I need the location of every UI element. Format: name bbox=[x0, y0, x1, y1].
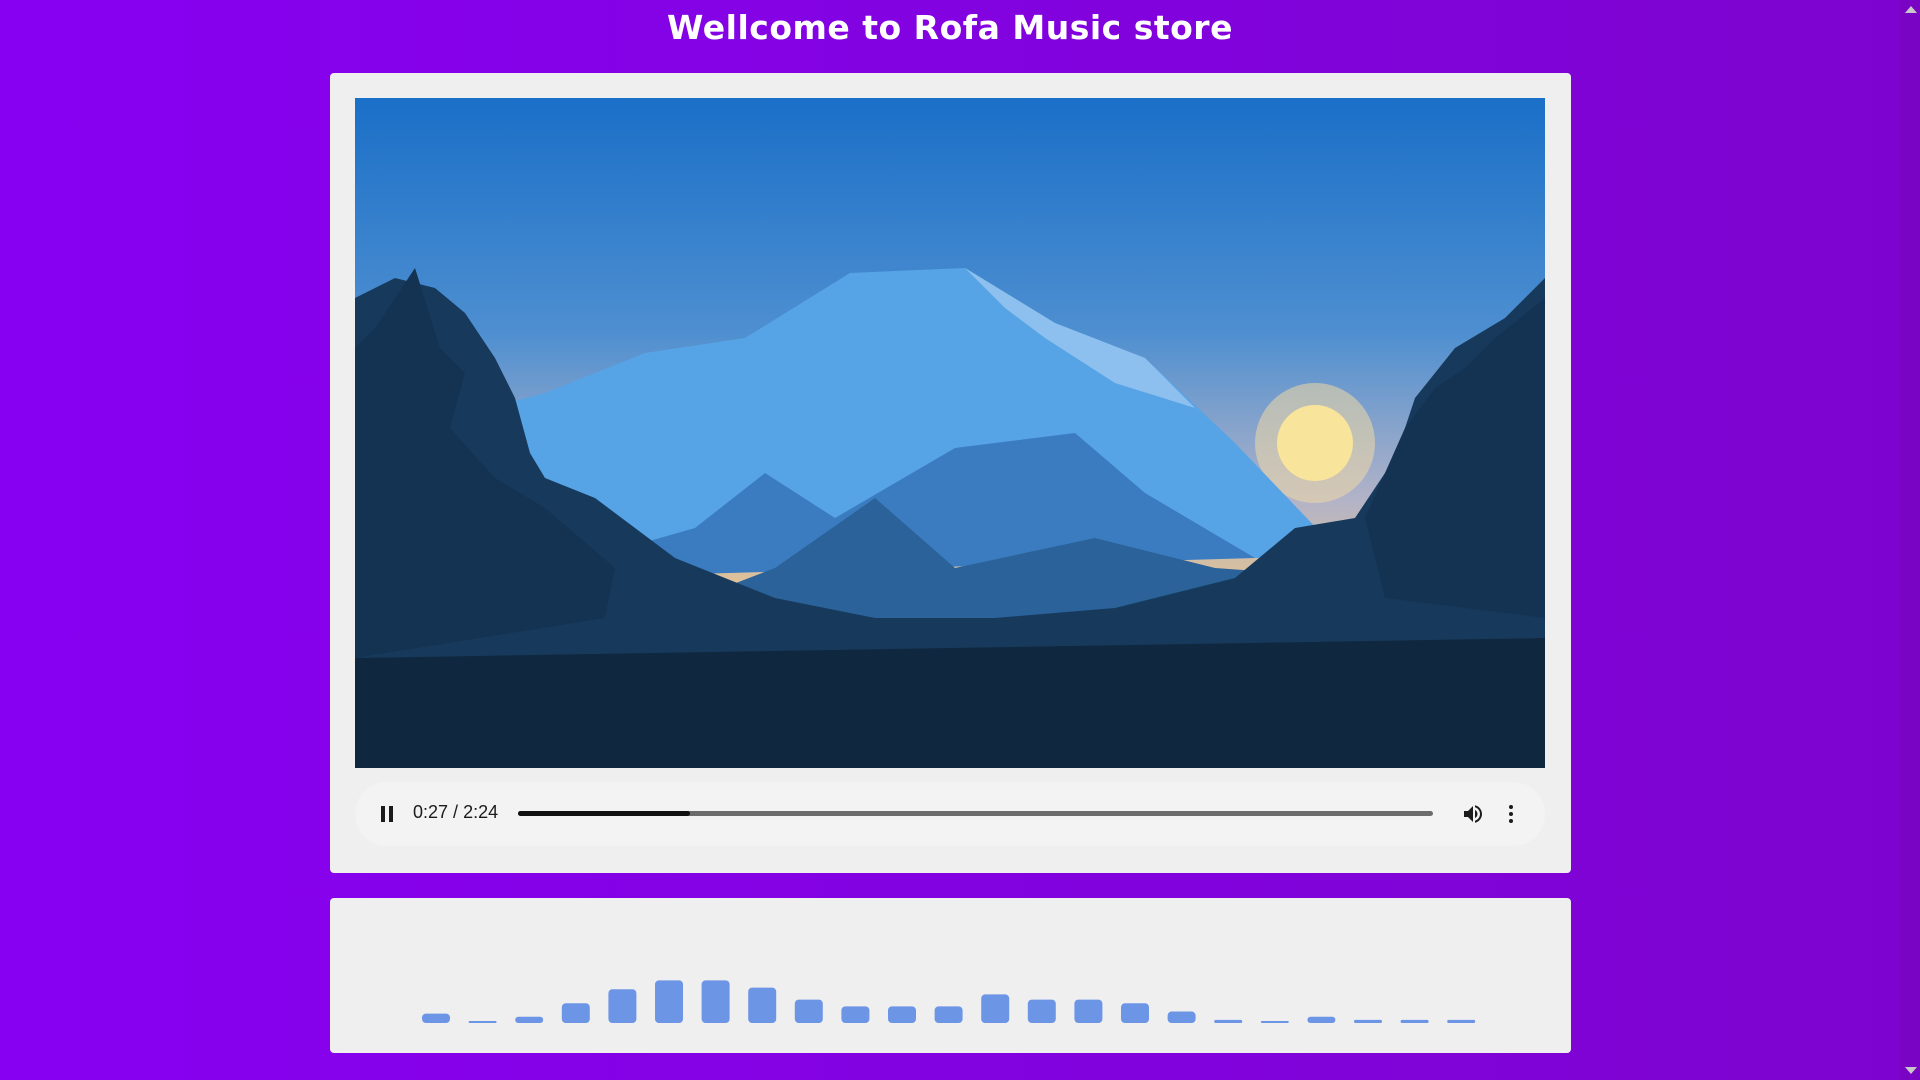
visualizer-bars bbox=[422, 980, 1476, 1023]
visualizer-bar bbox=[841, 1006, 870, 1023]
visualizer-bar bbox=[748, 987, 777, 1023]
visualizer-bar bbox=[1260, 1021, 1289, 1023]
seek-bar[interactable] bbox=[518, 811, 1433, 816]
visualizer-bar bbox=[981, 994, 1010, 1023]
visualizer-bar bbox=[888, 1006, 916, 1023]
visualizer-bar bbox=[1074, 999, 1103, 1023]
visualizer-bar bbox=[1214, 1019, 1243, 1023]
visualizer-bar bbox=[1167, 1011, 1196, 1023]
volume-button[interactable] bbox=[1461, 802, 1485, 826]
visualizer-bar bbox=[468, 1021, 497, 1023]
time-display: 0:27 / 2:24 bbox=[413, 802, 499, 822]
visualizer-bar bbox=[608, 989, 637, 1023]
visualizer-bar bbox=[1027, 999, 1056, 1023]
mountain-poster-image bbox=[355, 98, 1545, 768]
video-player-card: 0:27 / 2:24 bbox=[330, 73, 1571, 873]
pause-button[interactable] bbox=[377, 804, 397, 824]
scroll-down-arrow-icon[interactable] bbox=[1905, 1067, 1917, 1074]
volume-icon bbox=[1464, 805, 1482, 823]
video-frame[interactable] bbox=[355, 98, 1545, 768]
visualizer-bar bbox=[1307, 1016, 1336, 1023]
visualizer-bar bbox=[515, 1016, 544, 1023]
visualizer-bar bbox=[1447, 1019, 1476, 1023]
seek-bar-progress bbox=[518, 811, 690, 816]
visualizer-bar bbox=[1400, 1019, 1429, 1023]
page-scrollbar[interactable] bbox=[1900, 0, 1920, 1080]
visualizer-bar bbox=[422, 1013, 450, 1023]
visualizer-bar bbox=[794, 999, 823, 1023]
visualizer-bar bbox=[655, 980, 683, 1023]
visualizer-bar bbox=[561, 1003, 590, 1023]
duration: 2:24 bbox=[463, 802, 499, 822]
visualizer-bar bbox=[1354, 1019, 1382, 1023]
pause-icon bbox=[381, 806, 385, 822]
more-options-button[interactable] bbox=[1499, 802, 1523, 826]
page-title: Wellcome to Rofa Music store bbox=[667, 8, 1233, 47]
media-controls: 0:27 / 2:24 bbox=[355, 782, 1545, 846]
scroll-up-arrow-icon[interactable] bbox=[1905, 6, 1917, 13]
visualizer-bar bbox=[934, 1006, 963, 1023]
visualizer-bar bbox=[701, 980, 730, 1023]
audio-visualizer bbox=[330, 898, 1571, 1053]
current-time: 0:27 bbox=[413, 802, 449, 822]
visualizer-bar bbox=[1121, 1003, 1149, 1023]
